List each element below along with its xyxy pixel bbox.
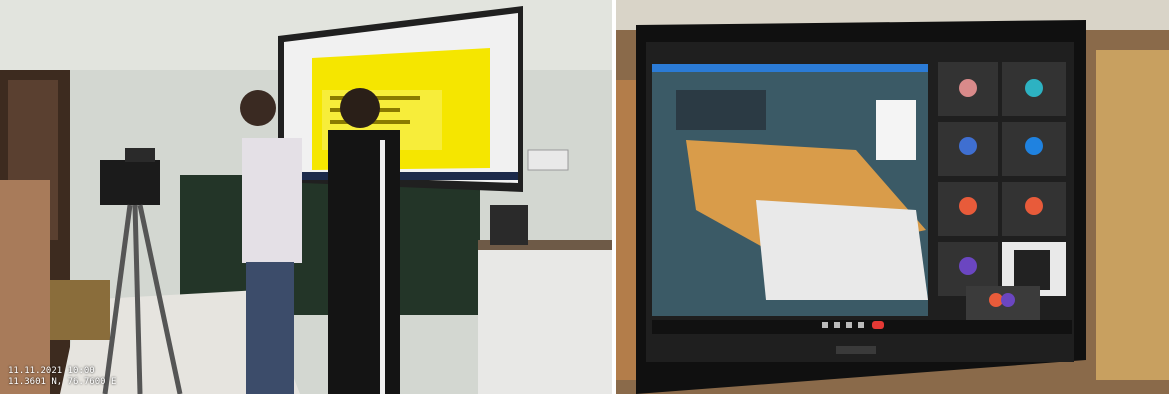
right-photo [616,0,1169,394]
present-icon [846,322,852,328]
laptop-scene [616,0,1169,394]
timestamp-date: 11.11.2021 10:00 [8,366,95,376]
woman-figure [328,88,400,394]
laptop [636,20,1086,394]
photo-timestamp: 11.11.2021 10:00 11.3601 N, 76.7600 E [8,366,116,388]
timestamp-location: 11.3601 N, 76.7600 E [8,377,117,387]
participant-grid [938,62,1066,330]
left-photo: 11.11.2021 10:00 11.3601 N, 76.7600 E [0,0,612,394]
more-icon [858,322,864,328]
call-toolbar [652,320,1072,334]
end-call-icon [872,321,884,329]
camera-icon [834,322,840,328]
classroom-scene [0,0,612,394]
brand-logo [836,346,876,354]
display-screen [278,6,523,192]
mic-icon [822,322,828,328]
main-video-feed [652,64,928,316]
